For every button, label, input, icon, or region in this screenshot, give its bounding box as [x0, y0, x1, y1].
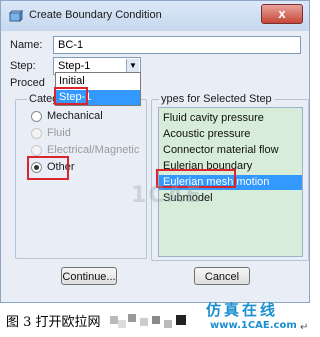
title-bar: Create Boundary Condition x — [1, 1, 309, 31]
watermark: 1CAE — [131, 183, 203, 208]
cancel-button[interactable]: Cancel — [194, 267, 250, 285]
return-mark-icon: ↵ — [300, 322, 309, 333]
close-button[interactable]: x — [261, 4, 303, 24]
create-boundary-condition-dialog: Create Boundary Condition x Name: BC-1 S… — [0, 0, 310, 303]
mosaic-blur-icon — [110, 314, 186, 328]
close-icon: x — [278, 6, 286, 21]
brand-name: 仿真在线 — [206, 301, 279, 319]
dialog-title: Create Boundary Condition — [29, 9, 162, 21]
procedure-label: Proced — [10, 77, 45, 89]
type-item-connector-material-flow[interactable]: Connector material flow — [159, 143, 302, 158]
type-item-acoustic-pressure[interactable]: Acoustic pressure — [159, 127, 302, 142]
radio-circle-icon — [31, 145, 42, 156]
radio-circle-icon — [31, 128, 42, 139]
types-group-label: ypes for Selected Step — [159, 93, 274, 105]
radio-circle-icon[interactable] — [31, 111, 42, 122]
name-label: Name: — [10, 39, 43, 51]
category-label-fluid: Fluid — [47, 127, 71, 139]
figure-caption: 图 3 打开欧拉网 — [6, 315, 101, 330]
name-input[interactable]: BC-1 — [53, 36, 301, 54]
category-label-mechanical: Mechanical — [47, 110, 103, 122]
annotation-box-other — [27, 156, 69, 180]
step-label: Step: — [10, 60, 36, 72]
annotation-box-step-1 — [54, 87, 88, 105]
type-item-fluid-cavity-pressure[interactable]: Fluid cavity pressure — [159, 111, 302, 126]
category-label-electrical-magnetic: Electrical/Magnetic — [47, 144, 140, 156]
brand-url: www.1CAE.com — [210, 320, 297, 331]
chevron-down-icon[interactable]: ▼ — [126, 59, 139, 73]
step-select-value: Step-1 — [58, 60, 91, 72]
continue-button[interactable]: Continue... — [61, 267, 117, 285]
boundary-condition-icon — [9, 10, 23, 22]
